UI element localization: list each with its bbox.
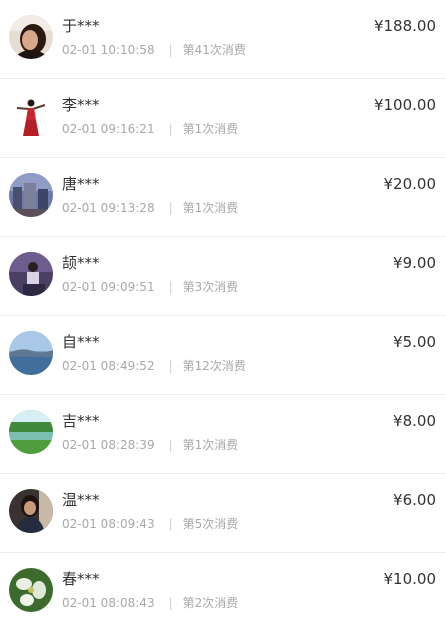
avatar-lake-landscape-icon [9,331,53,375]
record-meta: 02-01 08:49:52 | 第12次消费 [62,357,246,374]
customer-name: 李*** [62,96,100,114]
customer-name: 于*** [62,17,100,35]
record-time: 02-01 09:16:21 [62,122,155,136]
visit-count: 第2次消费 [182,596,239,610]
list-item[interactable]: 唐*** 02-01 09:13:28 | 第1次消费 ¥20.00 [0,158,446,237]
currency-symbol: ¥ [373,17,384,35]
amount-value: 10.00 [393,570,436,588]
record-time: 02-01 08:28:39 [62,438,155,452]
amount: ¥10.00 [384,570,437,588]
avatar-city-icon [9,173,53,217]
record-time: 02-01 10:10:58 [62,43,155,57]
amount: ¥100.00 [374,96,436,114]
list-item[interactable]: 温*** 02-01 08:09:43 | 第5次消费 ¥6.00 [0,474,446,553]
currency-symbol: ¥ [393,333,403,351]
visit-count: 第1次消费 [182,438,239,452]
meta-separator: | [168,359,173,373]
amount: ¥6.00 [393,491,436,509]
record-time: 02-01 08:09:43 [62,517,155,531]
record-meta: 02-01 09:16:21 | 第1次消费 [62,120,238,137]
amount: ¥188.00 [374,17,436,35]
meta-separator: | [168,122,173,136]
avatar-dancer-icon [9,94,53,138]
customer-name: 颉*** [62,254,100,272]
customer-name: 春*** [62,570,100,588]
record-meta: 02-01 09:09:51 | 第3次消费 [62,278,238,295]
amount: ¥5.00 [393,333,436,351]
record-meta: 02-01 08:09:43 | 第5次消费 [62,515,238,532]
visit-count: 第5次消费 [182,517,239,531]
amount-value: 188.00 [383,17,437,35]
record-meta: 02-01 09:13:28 | 第1次消费 [62,199,238,216]
customer-name: 自*** [62,333,100,351]
currency-symbol: ¥ [383,570,394,588]
record-meta: 02-01 10:10:58 | 第41次消费 [62,41,246,58]
record-time: 02-01 08:08:43 [62,596,155,610]
amount-value: 5.00 [402,333,436,351]
list-item[interactable]: 自*** 02-01 08:49:52 | 第12次消费 ¥5.00 [0,316,446,395]
customer-name: 唐*** [62,175,100,193]
currency-symbol: ¥ [373,96,384,114]
visit-count: 第1次消费 [182,122,239,136]
record-time: 02-01 09:13:28 [62,201,155,215]
visit-count: 第3次消费 [182,280,239,294]
consumption-record-list: 于*** 02-01 10:10:58 | 第41次消费 ¥188.00 李*** … [0,0,446,620]
currency-symbol: ¥ [393,412,403,430]
amount-value: 8.00 [402,412,436,430]
avatar-person-seated-icon [9,252,53,296]
meta-separator: | [168,517,173,531]
amount-value: 20.00 [393,175,436,193]
visit-count: 第12次消费 [182,359,246,373]
meta-separator: | [168,280,173,294]
avatar-woman-dark-icon [9,489,53,533]
meta-separator: | [168,201,173,215]
currency-symbol: ¥ [393,254,403,272]
customer-name: 吉*** [62,412,100,430]
amount: ¥9.00 [393,254,436,272]
list-item[interactable]: 李*** 02-01 09:16:21 | 第1次消费 ¥100.00 [0,79,446,158]
avatar-woman-portrait-icon [9,15,53,59]
record-time: 02-01 08:49:52 [62,359,155,373]
currency-symbol: ¥ [393,491,403,509]
record-time: 02-01 09:09:51 [62,280,155,294]
record-meta: 02-01 08:08:43 | 第2次消费 [62,594,238,611]
amount-value: 6.00 [402,491,436,509]
customer-name: 温*** [62,491,100,509]
list-item[interactable]: 吉*** 02-01 08:28:39 | 第1次消费 ¥8.00 [0,395,446,474]
list-item[interactable]: 春*** 02-01 08:08:43 | 第2次消费 ¥10.00 [0,553,446,632]
amount: ¥8.00 [393,412,436,430]
visit-count: 第1次消费 [182,201,239,215]
meta-separator: | [168,438,173,452]
currency-symbol: ¥ [383,175,394,193]
amount-value: 100.00 [383,96,437,114]
avatar-flower-icon [9,568,53,612]
avatar-green-field-icon [9,410,53,454]
meta-separator: | [168,43,173,57]
amount: ¥20.00 [384,175,437,193]
list-item[interactable]: 于*** 02-01 10:10:58 | 第41次消费 ¥188.00 [0,0,446,79]
meta-separator: | [168,596,173,610]
amount-value: 9.00 [402,254,436,272]
record-meta: 02-01 08:28:39 | 第1次消费 [62,436,238,453]
visit-count: 第41次消费 [182,43,246,57]
list-item[interactable]: 颉*** 02-01 09:09:51 | 第3次消费 ¥9.00 [0,237,446,316]
